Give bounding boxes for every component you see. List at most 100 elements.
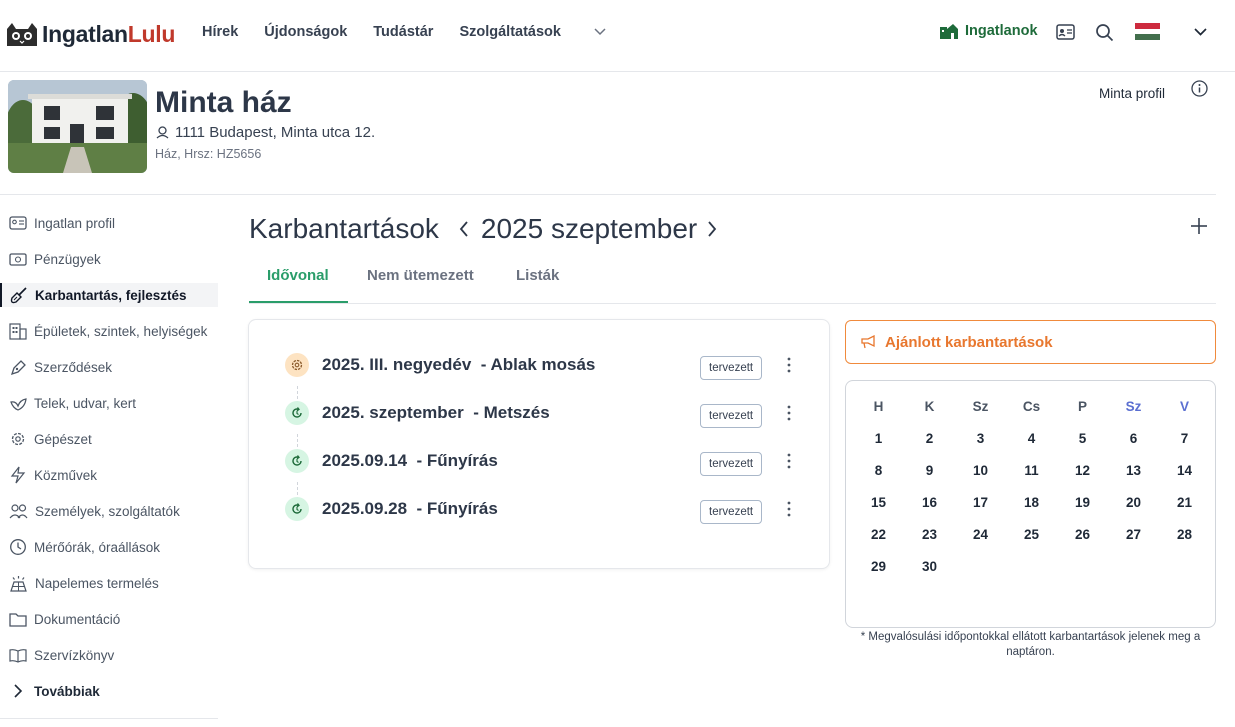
calendar-day[interactable]: 20 [1108,495,1159,527]
nav-szolgaltatasok[interactable]: Szolgáltatások [459,24,606,40]
timeline-item[interactable]: 2025. szeptember - Metszés tervezett [285,401,805,431]
recurring-icon [285,497,309,521]
building-icon [9,322,27,340]
sidebar-item-label: Ingatlan profil [34,215,116,231]
calendar-day[interactable]: 23 [904,527,955,559]
calendar-day[interactable]: 4 [1006,431,1057,463]
calendar-day[interactable]: 24 [955,527,1006,559]
weekday-header: Cs [1022,399,1041,414]
calendar-day[interactable]: 7 [1159,431,1210,463]
calendar-day[interactable]: 14 [1159,463,1210,495]
tab-idovonal[interactable]: Idővonal [267,267,329,284]
solar-panel-icon [10,575,27,592]
property-title: Minta ház [155,86,292,119]
calendar-day[interactable]: 11 [1006,463,1057,495]
calendar-day[interactable]: 30 [904,559,955,591]
sidebar-more-toggle[interactable]: Továbbiak [0,673,218,709]
search-icon[interactable] [1095,23,1114,42]
timeline-item-title: 2025.09.28 - Fűnyírás [322,499,498,518]
timeline-card: 2025. III. negyedév - Ablak mosás tervez… [248,319,830,569]
sidebar-item-dokumentacio[interactable]: Dokumentáció [0,601,218,637]
sidebar-item-label: Mérőórák, óraállások [34,539,161,555]
recommended-maintenance-button[interactable]: Ajánlott karbantartások [845,320,1216,364]
calendar-day[interactable]: 18 [1006,495,1057,527]
calendar-day[interactable]: 16 [904,495,955,527]
properties-link[interactable]: Ingatlanok [939,22,1038,40]
sidebar-item-szemelyek[interactable]: Személyek, szolgáltatók [0,493,218,529]
calendar-day[interactable]: 9 [904,463,955,495]
calendar-day[interactable]: 2 [904,431,955,463]
brand-logo[interactable]: IngatlanLulu [4,20,175,48]
more-vertical-icon[interactable] [787,501,791,517]
status-badge: tervezett [700,356,763,380]
nav-tudastar[interactable]: Tudástár [373,24,433,40]
hungarian-flag-icon[interactable] [1135,23,1160,40]
buildings-icon [940,24,958,39]
sidebar-item-epuletek[interactable]: Épületek, szintek, helyiségek [0,313,218,349]
sidebar-item-penzugyek[interactable]: Pénzügyek [0,241,218,277]
sidebar-item-gepeszet[interactable]: Gépészet [0,421,218,457]
timeline-item[interactable]: 2025. III. negyedév - Ablak mosás tervez… [285,353,805,383]
calendar-day[interactable]: 6 [1108,431,1159,463]
calendar-note: * Megvalósulási időpontokkal ellátott ka… [860,631,1201,658]
calendar-day[interactable]: 25 [1006,527,1057,559]
property-photo [8,80,147,173]
calendar: H K Sz Cs P Sz V 1 2 3 4 5 6 7 8 9 10 11 12 13 14 15 16… [845,380,1216,628]
chevron-down-icon[interactable] [1194,28,1207,36]
more-vertical-icon[interactable] [787,405,791,421]
contact-card-icon[interactable] [1056,24,1075,40]
previous-month-button[interactable] [459,221,469,237]
nav-hirek[interactable]: Hírek [202,24,238,40]
calendar-day[interactable]: 27 [1108,527,1159,559]
more-vertical-icon[interactable] [787,357,791,373]
leaf-icon [10,397,27,411]
next-month-button[interactable] [707,221,717,237]
top-navigation-bar: IngatlanLulu Hírek Újdonságok Tudástár S… [0,0,1235,72]
tab-listak[interactable]: Listák [516,267,559,284]
calendar-day[interactable]: 3 [955,431,1006,463]
bolt-icon [10,466,26,484]
sidebar-item-label: Közművek [34,467,98,483]
sidebar-item-napelemes[interactable]: Napelemes termelés [0,565,218,601]
sidebar-item-karbantartas[interactable]: Karbantartás, fejlesztés [0,283,218,307]
calendar-day[interactable]: 21 [1159,495,1210,527]
calendar-grid: H K Sz Cs P Sz V 1 2 3 4 5 6 7 8 9 10 11 12 13 14 15 16… [853,399,1210,591]
calendar-day[interactable]: 13 [1108,463,1159,495]
profile-link[interactable]: Minta profil [1099,86,1165,101]
chevron-right-icon [14,684,23,698]
more-vertical-icon[interactable] [787,453,791,469]
timeline-item-title: 2025. szeptember - Metszés [322,403,550,422]
nav-ujdonsagok[interactable]: Újdonságok [264,24,347,40]
property-address-text: 1111 Budapest, Minta utca 12. [175,124,376,141]
status-badge: tervezett [700,404,763,428]
header-divider [0,194,1216,195]
add-maintenance-button[interactable] [1190,217,1208,235]
calendar-day[interactable]: 12 [1057,463,1108,495]
info-icon[interactable] [1191,80,1208,97]
calendar-day[interactable]: 26 [1057,527,1108,559]
calendar-day[interactable]: 17 [955,495,1006,527]
calendar-day[interactable]: 22 [853,527,904,559]
timeline-item[interactable]: 2025.09.14 - Fűnyírás tervezett [285,449,805,479]
chevron-down-icon [594,28,606,36]
calendar-day[interactable]: 19 [1057,495,1108,527]
calendar-day[interactable]: 29 [853,559,904,591]
page-title: Karbantartások [249,213,439,244]
calendar-day[interactable]: 1 [853,431,904,463]
timeline-item[interactable]: 2025.09.28 - Fűnyírás tervezett [285,497,805,527]
calendar-day[interactable]: 10 [955,463,1006,495]
sidebar-item-telek[interactable]: Telek, udvar, kert [0,385,218,421]
gear-icon [11,432,25,446]
sidebar-item-szervizkonyv[interactable]: Szervízkönyv [0,637,218,673]
gear-icon [285,353,309,377]
calendar-day[interactable]: 28 [1159,527,1210,559]
sidebar-item-szerzodesek[interactable]: Szerződések [0,349,218,385]
calendar-day[interactable]: 15 [853,495,904,527]
calendar-day[interactable]: 8 [853,463,904,495]
tab-nem-utemezett[interactable]: Nem ütemezett [367,267,474,284]
sidebar-item-kozmuvek[interactable]: Közművek [0,457,218,493]
sidebar-item-meroorak[interactable]: Mérőórák, óraállások [0,529,218,565]
sidebar-item-ingatlan-profil[interactable]: Ingatlan profil [0,205,218,241]
clock-icon [10,539,26,555]
calendar-day[interactable]: 5 [1057,431,1108,463]
